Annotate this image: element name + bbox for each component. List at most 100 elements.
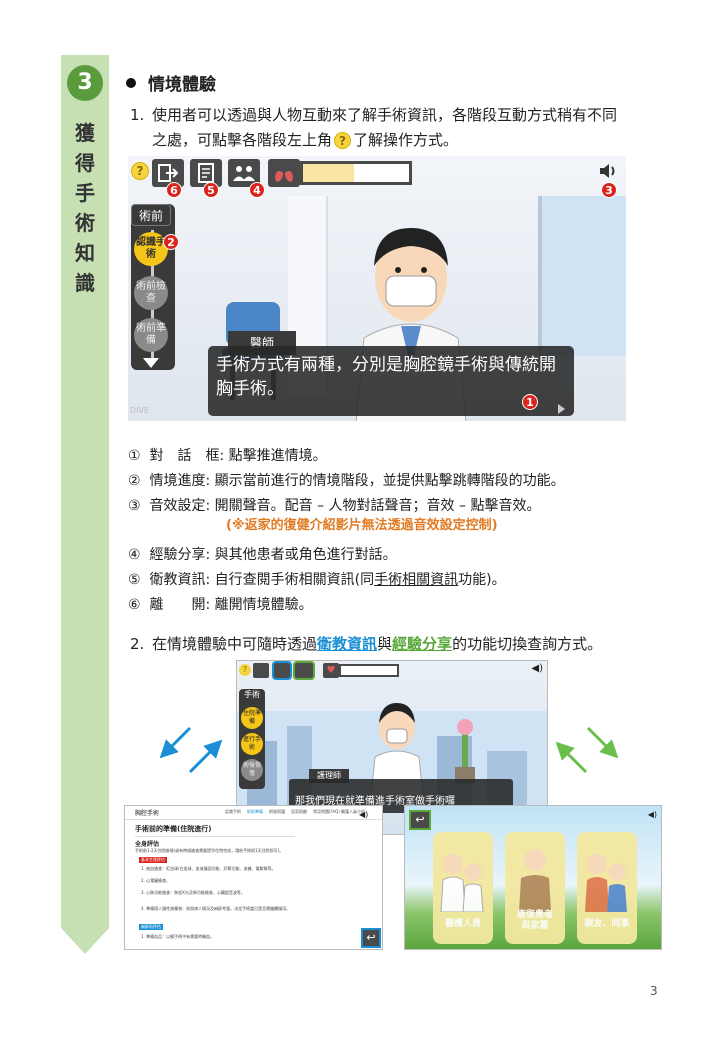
stage-perform-surgery[interactable]: 進行手術 — [241, 733, 263, 755]
chapter-title: 獲 得 手 術 知 識 — [75, 118, 99, 298]
role-card-recovered[interactable]: 康復患者 與家屬 — [505, 832, 565, 944]
scene-window — [538, 196, 626, 356]
stage-down-arrow-icon[interactable] — [143, 358, 159, 368]
volume-icon[interactable]: ◀) — [531, 663, 543, 674]
desc-mark: ① — [128, 448, 141, 464]
health-info-screenshot: 胸腔手術 認識手術 術前準備 術後照護 居家照顧 常見問題(FAQ) 醫護人員介… — [124, 805, 383, 950]
item1-line2-end: 了解操作方式。 — [353, 131, 459, 149]
scenario-toolbar: ? — [128, 156, 626, 190]
exit-icon — [158, 164, 179, 182]
role-card-label: 康復患者 與家屬 — [516, 910, 553, 931]
volume-icon[interactable]: ◀) — [648, 810, 657, 819]
nav-item[interactable]: 認識手術 — [225, 809, 241, 815]
experience-share-screenshot: ↩ ◀) 醫護人員 康復患者 與家屬 親友、同事 — [404, 805, 662, 950]
item1-line2-start: 之處，可點擊各階段左上角 — [152, 131, 333, 149]
switch-arrows-green-icon — [556, 726, 618, 774]
desc-text: 顯示當前進行的情境階段，並提供點擊跳轉階段的功能。 — [214, 473, 565, 489]
desc-label: 衛教資訊: — [149, 572, 211, 588]
item2-mid: 與 — [377, 635, 393, 653]
dialog-next-icon[interactable] — [558, 404, 565, 414]
info-item-number: 1. — [141, 866, 145, 871]
stage-understand-surgery[interactable]: 認識手術 — [134, 232, 168, 266]
help-icon[interactable]: ? — [239, 664, 251, 676]
scenario-screenshot: ? 6 5 4 3 術前 認識手術 術前檢查 術前準備 2 醫師 手術方式有兩種… — [128, 156, 626, 421]
lungs-icon — [268, 159, 300, 187]
role-card-medical[interactable]: 醫護人員 — [433, 832, 493, 944]
desc-text: 開關聲音。配音 – 人物對話聲音；音效 – 點擊音效。 — [214, 498, 541, 514]
desc-label: 情境進度: — [149, 473, 211, 489]
desc-text: 離開情境體驗。 — [214, 597, 313, 613]
experience-share-link[interactable]: 經驗分享 — [392, 635, 452, 653]
desc-text: 點擊推進情境。 — [228, 448, 327, 464]
marker-6: 6 — [166, 182, 182, 198]
app-title: 胸腔手術 — [135, 810, 160, 817]
item2-number: 2. — [130, 635, 145, 653]
dialog-box[interactable]: 手術方式有兩種，分別是胸腔鏡手術與傳統開胸手術。 — [208, 346, 574, 416]
role-card-label: 醫護人員 — [444, 919, 481, 929]
health-info-link[interactable]: 衛教資訊 — [317, 635, 377, 653]
nav-item[interactable]: 術前準備 — [247, 809, 263, 815]
desc-dialog: ① 對 話 框: 點擊推進情境。 — [128, 444, 327, 469]
lungs-icon: ♥ — [323, 663, 339, 678]
marker-5: 5 — [203, 182, 219, 198]
chapter-title-char: 手 — [75, 181, 95, 205]
dialog-text: 手術方式有兩種，分別是胸腔鏡手術與傳統開胸手術。 — [216, 355, 556, 399]
stage-hospital-prep[interactable]: 住院準備 — [241, 707, 263, 729]
volume-icon[interactable]: ◀) — [359, 810, 368, 819]
scenario-progress-bar[interactable] — [339, 664, 399, 677]
people-icon[interactable] — [293, 661, 315, 680]
nav-item[interactable]: 術後照護 — [269, 809, 285, 815]
info-item: 3. 心肺功能檢查：肺部X光及肺功能檢查，心臟超音波等。 — [141, 890, 361, 896]
back-icon[interactable]: ↩ — [361, 928, 381, 948]
help-icon: ? — [334, 132, 352, 149]
info-item-text: 準備個人慢性病藥物：依照病人情況及麻醉考量，決定手術當日是否需繼續服用。 — [146, 906, 291, 911]
marker-4: 4 — [249, 182, 265, 198]
info-section-title: 全身評估 — [135, 841, 160, 848]
info-item-text: 心肺功能檢查：肺部X光及肺功能檢查，心臟超音波等。 — [146, 890, 245, 895]
desc-text: 自行查閱手術相關資訊(同 — [214, 572, 375, 588]
desc-experience: ④ 經驗分享: 與其他患者或角色進行對話。 — [128, 543, 397, 568]
volume-icon[interactable] — [598, 162, 618, 184]
audio-note: (※返家的復健介紹影片無法透過音效設定控制) — [226, 518, 498, 533]
document-icon — [198, 163, 214, 183]
info-item-number: 3. — [141, 890, 145, 895]
switch-arrows-blue-icon — [160, 726, 222, 774]
desc-exit: ⑥ 離 開: 離開情境體驗。 — [128, 593, 313, 618]
exit-icon[interactable] — [253, 663, 269, 678]
desc-label: 離 開: — [149, 597, 211, 613]
desc-text: 與其他患者或角色進行對話。 — [214, 547, 397, 563]
chapter-side-tab-arrow — [61, 928, 109, 954]
desc-label: 對 話 框: — [149, 448, 225, 464]
scenario-toolbar: ? ♥ ◀) — [237, 661, 547, 681]
medical-staff-illustration — [440, 854, 484, 913]
page-number: 3 — [650, 984, 658, 998]
health-info-navbar: 胸腔手術 認識手術 術前準備 術後照護 居家照顧 常見問題(FAQ) 醫護人員介… — [125, 806, 382, 820]
info-item-number: 4. — [141, 906, 145, 911]
marker-1: 1 — [522, 394, 538, 410]
nav-item[interactable]: 居家照顧 — [291, 809, 307, 815]
info-item-text: 心電圖檢查。 — [146, 878, 171, 883]
desc-underlined: 手術相關資訊 — [374, 572, 459, 588]
help-icon[interactable]: ? — [131, 162, 149, 180]
desc-text: 功能)。 — [458, 572, 506, 588]
stage-preop-prep[interactable]: 術前準備 — [134, 318, 168, 352]
nav-item[interactable]: 常見問題(FAQ) — [313, 809, 340, 815]
info-intro: 手術前1-2天住院辦理(或有時候檢查需要提早住院完成，請依手術前1天住院即可)。 — [135, 848, 284, 853]
item2-text: 在情境體驗中可隨時透過衛教資訊與經驗分享的功能切換查詢方式。 — [152, 632, 662, 657]
role-card-friends[interactable]: 親友、同事 — [577, 832, 637, 944]
watermark: DIVE — [130, 406, 150, 415]
stage-header: 術前 — [131, 204, 171, 226]
desc-mark: ⑥ — [128, 597, 141, 613]
back-icon[interactable]: ↩ — [409, 810, 431, 830]
chapter-title-char: 識 — [75, 271, 95, 295]
document-icon[interactable] — [272, 661, 292, 680]
role-card-label: 親友、同事 — [584, 919, 630, 929]
item1-line2: 之處，可點擊各階段左上角? 了解操作方式。 — [152, 128, 662, 153]
scenario-progress-bar[interactable] — [300, 161, 412, 185]
stage-header: 手術 — [244, 690, 260, 699]
stage-preop-exam[interactable]: 術前檢查 — [134, 276, 168, 310]
patient-family-illustration — [519, 849, 551, 912]
desc-label: 經驗分享: — [149, 547, 211, 563]
stage-post-recovery[interactable]: 術後恢復 — [241, 759, 263, 781]
bullet-icon — [126, 78, 136, 88]
